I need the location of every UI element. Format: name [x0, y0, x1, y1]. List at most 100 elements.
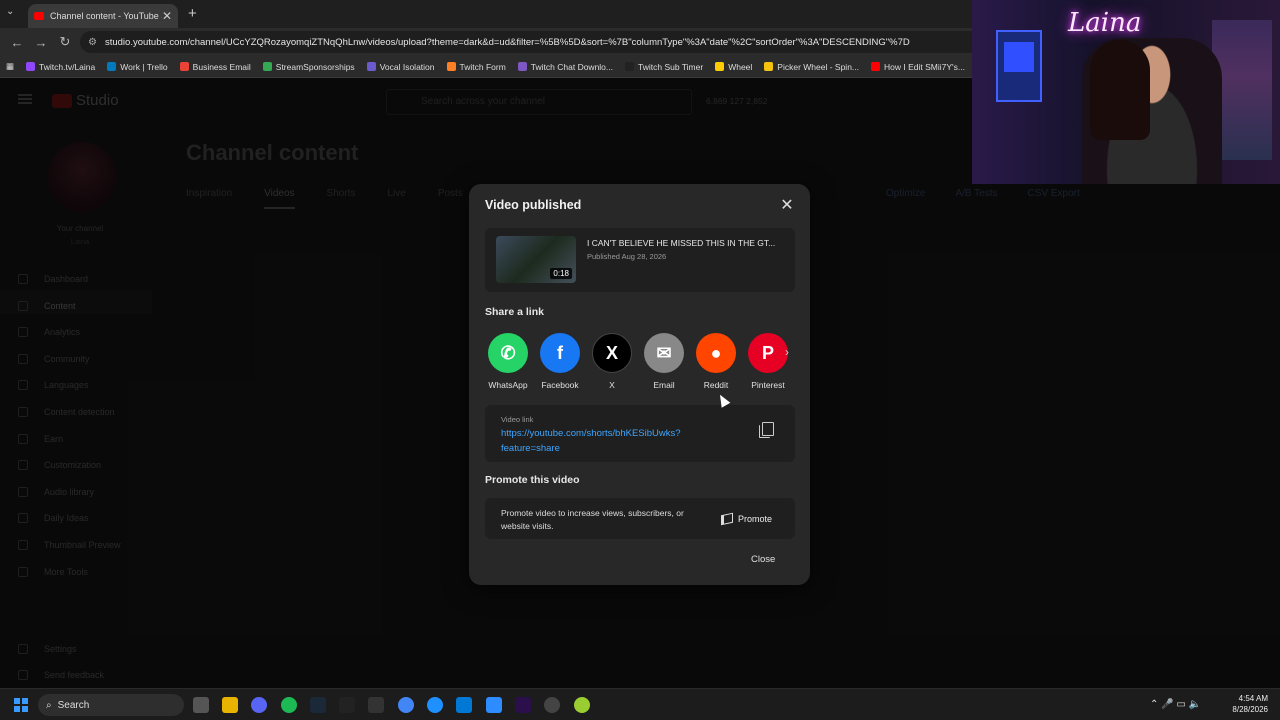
bookmark-item[interactable]: Wheel	[715, 62, 752, 72]
video-published-dialog: Video published ✕ 0:18 I CAN'T BELIEVE H…	[469, 184, 810, 585]
bookmark-label: StreamSponsorships	[275, 61, 355, 72]
bookmark-item[interactable]: Twitch Chat Downlo...	[517, 61, 613, 72]
forward-icon[interactable]: →	[34, 35, 48, 50]
clock[interactable]: 4:54 AM 8/28/2026	[1224, 693, 1268, 715]
taskbar-search[interactable]: ⌕ Search	[38, 694, 184, 716]
bookmark-label: Twitch Sub Timer	[638, 61, 704, 72]
date: 8/28/2026	[1232, 705, 1268, 714]
webcam-overlay: Laina	[972, 0, 1280, 184]
bookmark-item[interactable]: Twitch Sub Timer	[625, 62, 703, 72]
capcut-icon[interactable]	[368, 697, 384, 713]
time: 4:54 AM	[1238, 694, 1268, 703]
bookmark-item[interactable]: Picker Wheel - Spin...	[764, 62, 859, 72]
new-tab-button[interactable]: +	[188, 5, 197, 22]
tab-list-chevron-icon[interactable]: ⌄	[6, 6, 14, 17]
close-icon[interactable]: ✕	[777, 196, 797, 216]
bookmark-label: Wheel	[728, 61, 753, 72]
spotify-icon[interactable]	[281, 697, 297, 713]
bookmark-favicon-icon	[446, 62, 456, 71]
share-facebook-button[interactable]: f Facebook	[535, 333, 585, 390]
youtube-favicon-icon	[34, 12, 44, 20]
app-icon-3[interactable]	[574, 697, 590, 713]
bookmark-label: Picker Wheel - Spin...	[777, 61, 860, 72]
promote-heading: Promote this video	[485, 474, 580, 486]
windows-start-icon[interactable]	[14, 698, 28, 712]
share-reddit-button[interactable]: ● Reddit	[691, 333, 741, 390]
promote-button-label: Promote	[738, 514, 773, 524]
bookmark-item[interactable]: How I Edit SMii7Y's...	[871, 62, 965, 72]
bookmark-item[interactable]: Twitch Form	[446, 62, 506, 72]
share-label: X	[609, 380, 615, 390]
bookmark-favicon-icon	[625, 62, 634, 71]
share-email-button[interactable]: ✉ Email	[639, 333, 689, 390]
bookmark-favicon-icon	[26, 62, 36, 71]
whatsapp-icon: ✆	[488, 333, 528, 373]
facebook-icon: f	[540, 333, 580, 373]
url-field[interactable]: ⚙ studio.youtube.com/channel/UCcYZQRozay…	[80, 31, 980, 53]
site-info-icon[interactable]: ⚙	[88, 37, 97, 48]
bookmark-label: Twitch Chat Downlo...	[530, 61, 613, 72]
neon-sign: Laina	[1068, 8, 1142, 38]
bookmark-item[interactable]: Business Email	[179, 62, 251, 72]
snip-icon[interactable]	[486, 697, 502, 713]
video-title: I CAN'T BELIEVE HE MISSED THIS IN THE GT…	[587, 238, 776, 248]
discord-icon[interactable]	[251, 697, 267, 713]
publish-date: Published Aug 28, 2026	[587, 252, 667, 261]
bookmark-item[interactable]: Vocal Isolation	[366, 62, 435, 72]
share-whatsapp-button[interactable]: ✆ WhatsApp	[483, 333, 533, 390]
taskbar-search-label: Search	[57, 699, 90, 711]
bookmark-label: Twitch.tv/Laina	[39, 61, 96, 72]
search-icon: ⌕	[46, 699, 52, 711]
bookmark-label: Work | Trello	[120, 61, 168, 72]
dialog-title: Video published	[485, 198, 582, 212]
chrome-icon[interactable]	[398, 697, 414, 713]
reload-icon[interactable]: ↻	[58, 34, 72, 50]
share-label: Pinterest	[751, 380, 785, 390]
bookmark-favicon-icon	[262, 62, 272, 71]
bookmark-label: How I Edit SMii7Y's...	[884, 61, 965, 72]
taskbar: ⌕ Search ⌃ 🎤 ▭ 🔈 4:54 AM 8/28/2026	[0, 688, 1280, 720]
app-icon-2[interactable]	[427, 697, 443, 713]
file-explorer-icon[interactable]	[222, 697, 238, 713]
steam-icon[interactable]	[310, 697, 326, 713]
video-duration: 0:18	[550, 268, 572, 279]
arcade-machine	[996, 30, 1042, 102]
store-icon[interactable]	[456, 697, 472, 713]
pinterest-icon: P	[748, 333, 788, 373]
video-link-url[interactable]: https://youtube.com/shorts/bhKESibUwks?f…	[501, 426, 721, 456]
system-tray[interactable]: ⌃ 🎤 ▭ 🔈	[1150, 699, 1201, 710]
bookmark-favicon-icon	[107, 62, 117, 71]
share-label: Facebook	[541, 380, 579, 390]
browser-tab[interactable]: Channel content - YouTube Stu ✕	[28, 4, 178, 28]
share-pinterest-button[interactable]: P Pinterest	[743, 333, 793, 390]
tab-close-icon[interactable]: ✕	[162, 9, 172, 23]
bookmark-favicon-icon	[517, 62, 527, 71]
back-icon[interactable]: ←	[10, 35, 24, 50]
task-view-icon[interactable]	[193, 697, 209, 713]
megaphone-icon	[721, 512, 733, 526]
chevron-right-icon[interactable]: ›	[785, 345, 789, 359]
share-label: Reddit	[703, 380, 729, 390]
apps-grid-icon[interactable]: ▦	[6, 61, 14, 72]
url-text: studio.youtube.com/channel/UCcYZQRozayom…	[104, 36, 910, 48]
app-icon[interactable]	[339, 697, 355, 713]
bookmark-favicon-icon	[179, 62, 189, 71]
obs-icon[interactable]	[544, 697, 560, 713]
video-card[interactable]: 0:18 I CAN'T BELIEVE HE MISSED THIS IN T…	[485, 228, 795, 292]
share-heading: Share a link	[485, 306, 544, 318]
close-button[interactable]: Close	[751, 554, 775, 565]
promote-button[interactable]: Promote	[721, 508, 772, 530]
video-link-label: Video link	[501, 415, 534, 424]
streamer-hair	[1090, 40, 1150, 140]
bookmark-item[interactable]: Work | Trello	[107, 61, 168, 72]
bookmark-favicon-icon	[715, 62, 725, 71]
screen: { "browser": { "tab_title": "Channel con…	[0, 0, 1280, 720]
bookmark-favicon-icon	[764, 62, 774, 71]
video-thumbnail[interactable]: 0:18	[496, 236, 576, 283]
copy-icon[interactable]	[759, 422, 774, 438]
premiere-icon[interactable]	[515, 697, 531, 713]
bookmark-item[interactable]: Twitch.tv/Laina	[26, 62, 95, 72]
share-x-button[interactable]: XX	[587, 333, 637, 390]
bookmark-favicon-icon	[366, 62, 376, 71]
bookmark-item[interactable]: StreamSponsorships	[262, 61, 355, 72]
